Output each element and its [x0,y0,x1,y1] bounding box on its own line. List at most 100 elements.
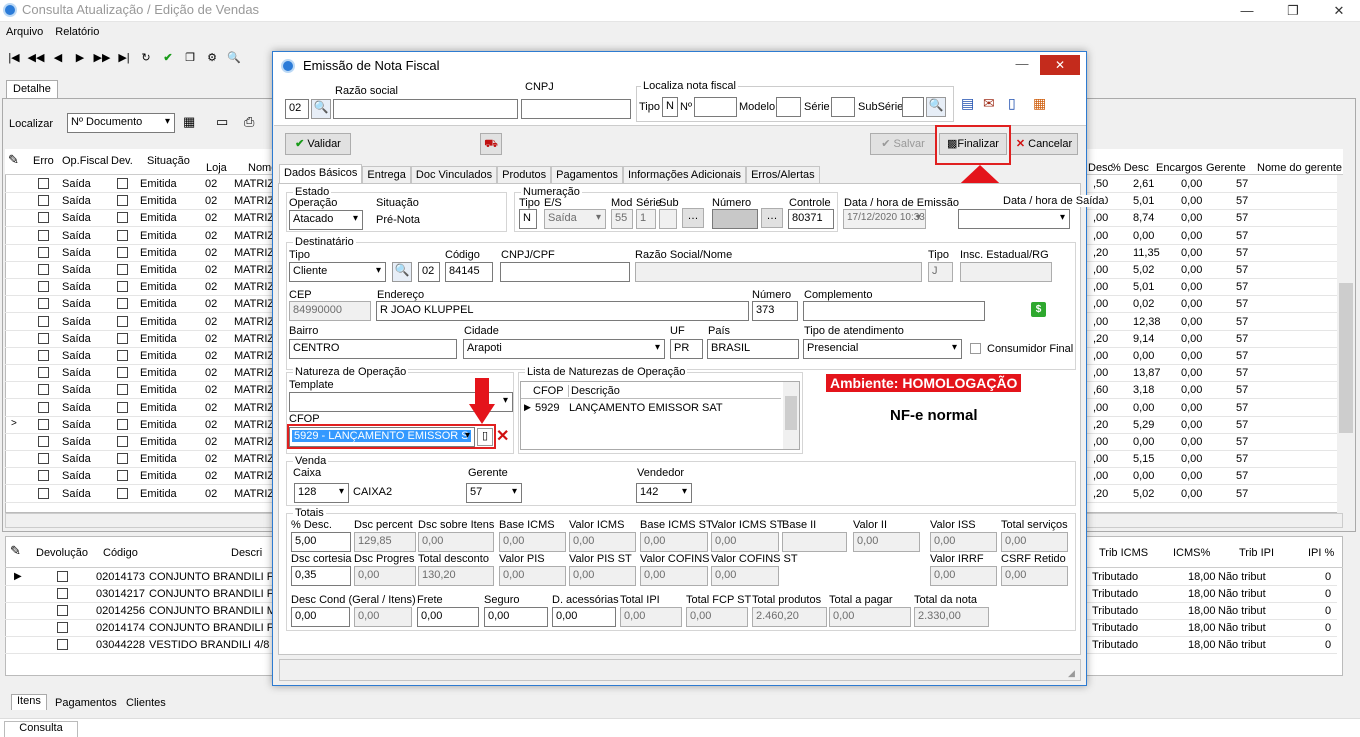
row-erro-checkbox[interactable] [38,350,49,361]
t_vpisst-field[interactable]: 0,00 [569,566,636,586]
row-dev-checkbox[interactable] [117,470,128,482]
prev-record-icon[interactable]: ◀ [48,48,68,68]
document-icon[interactable]: ▯ [1008,95,1016,112]
tab-clientes[interactable]: Clientes [126,697,166,709]
row-erro-checkbox[interactable] [38,229,49,241]
controle-input[interactable]: 80371 [788,209,834,229]
last-record-icon[interactable]: ▶| [114,48,134,68]
row-erro-checkbox[interactable] [38,264,49,275]
row-erro-checkbox[interactable] [38,298,49,310]
dest-tipo-select[interactable]: Cliente [289,262,386,282]
refresh-icon[interactable]: ↻ [136,48,156,68]
tab-erros-alertas[interactable]: Erros/Alertas [746,166,820,184]
t_vii-field[interactable]: 0,00 [853,532,920,552]
loc-serie-input[interactable] [831,97,855,117]
menu-relatorio[interactable]: Relatório [55,26,99,38]
col-nome-gerente[interactable]: Nome do gerente [1257,162,1342,174]
col-ipi-pct[interactable]: IPI % [1308,547,1334,559]
row-erro-checkbox[interactable] [38,281,49,293]
doc-list-icon[interactable]: ▤ [961,95,974,112]
loc-modelo-input[interactable] [776,97,801,117]
tab-consulta[interactable]: Consulta [4,721,78,737]
pais-input[interactable]: BRASIL [707,339,799,359]
row-dev-checkbox[interactable] [117,315,128,327]
row-erro-checkbox[interactable] [38,418,49,430]
col-icms-pct[interactable]: ICMS% [1173,547,1210,559]
money-icon[interactable]: $ [1031,302,1046,317]
search-razao-icon[interactable]: 🔍 [311,99,331,119]
close-window-button[interactable]: ✕ [1316,0,1360,22]
numero-end-input[interactable]: 373 [752,301,798,321]
uf-input[interactable]: PR [670,339,703,359]
row-erro-checkbox[interactable] [38,178,49,189]
atendimento-select[interactable]: Presencial [803,339,962,359]
tab-pagamentos[interactable]: Pagamentos [551,166,623,184]
col-situacao[interactable]: Situação [147,155,190,167]
loc-n-input[interactable] [694,97,737,117]
t_bicms-field[interactable]: 0,00 [499,532,566,552]
row-dev-checkbox[interactable] [117,229,128,241]
t_dcond2-field[interactable]: 0,00 [354,607,412,627]
lista-scrollbar[interactable] [783,382,799,449]
num-tipo-input[interactable]: N [519,209,537,229]
t_bii-field[interactable] [782,532,847,552]
operacao-select[interactable]: Atacado [289,210,363,230]
codigo-loja-input[interactable]: 02 [418,262,440,282]
col-dev[interactable]: Dev. [111,155,133,167]
confirm-icon[interactable]: ✔ [158,48,178,68]
numero-lookup-button[interactable]: … [761,208,783,228]
data-saida-input[interactable] [958,209,1070,229]
cancelar-button[interactable]: ✕ Cancelar [1010,133,1078,155]
row-dev-checkbox[interactable] [117,401,128,413]
mod-input[interactable]: 55 [611,209,633,229]
t_fcp-field[interactable]: 0,00 [686,607,748,627]
row-dev-checkbox[interactable] [117,367,128,379]
t_tserv-field[interactable]: 0,00 [1001,532,1068,552]
row-erro-checkbox[interactable] [38,436,49,447]
t_tnota-field[interactable]: 2.330,00 [914,607,989,627]
col-trib-ipi[interactable]: Trib IPI [1239,547,1274,559]
row-erro-checkbox[interactable] [38,384,49,396]
tab-pagamentos[interactable]: Pagamentos [55,697,117,709]
item-devolucao-checkbox[interactable] [57,588,68,599]
t_dacc-field[interactable]: 0,00 [552,607,616,627]
row-erro-checkbox[interactable] [38,332,49,344]
row-erro-checkbox[interactable] [38,212,49,224]
col-descricao[interactable]: Descri [231,547,262,559]
item-devolucao-checkbox[interactable] [57,605,68,616]
caixa-select[interactable]: 128 [294,483,349,503]
row-dev-checkbox[interactable] [117,178,128,189]
razaonome-input[interactable] [635,262,922,282]
col-erro[interactable]: Erro [33,155,54,167]
t_frete-field[interactable]: 0,00 [417,607,479,627]
printer-icon[interactable]: ⎙ [244,114,254,130]
tab-entrega[interactable]: Entrega [362,166,411,184]
resize-grip-icon[interactable]: ◢ [1068,668,1075,679]
cep-input[interactable]: 84990000 [289,301,371,321]
complemento-input[interactable] [803,301,985,321]
row-dev-checkbox[interactable] [117,195,128,207]
bairro-input[interactable]: CENTRO [289,339,457,359]
row-erro-checkbox[interactable] [38,401,49,413]
row-dev-checkbox[interactable] [117,246,128,258]
grid-icon[interactable]: ▦ [1033,95,1046,112]
calc-icon[interactable]: ▦ [183,114,195,130]
t_bicmsst-field[interactable]: 0,00 [640,532,708,552]
copy-icon[interactable]: ❐ [180,48,200,68]
next-record-icon[interactable]: ▶ [70,48,90,68]
col-devolucao[interactable]: Devolução [36,547,88,559]
tab-detalhe[interactable]: Detalhe [6,80,58,98]
salvar-button[interactable]: ✔ Salvar [870,133,936,155]
menu-arquivo[interactable]: Arquivo [6,26,43,38]
row-dev-checkbox[interactable] [117,384,128,396]
restore-button[interactable]: ❐ [1270,0,1316,22]
loja-field[interactable]: 02 [285,99,309,119]
row-erro-checkbox[interactable] [38,315,49,327]
gerente-select[interactable]: 57 [466,483,522,503]
serie-input[interactable]: 1 [636,209,656,229]
t_vicmsst-field[interactable]: 0,00 [711,532,779,552]
localizar-select[interactable]: Nº Documento [67,113,175,133]
col-gerente[interactable]: Gerente [1206,162,1246,174]
t_tdesc-field[interactable]: 130,20 [418,566,494,586]
row-dev-checkbox[interactable] [117,418,128,430]
